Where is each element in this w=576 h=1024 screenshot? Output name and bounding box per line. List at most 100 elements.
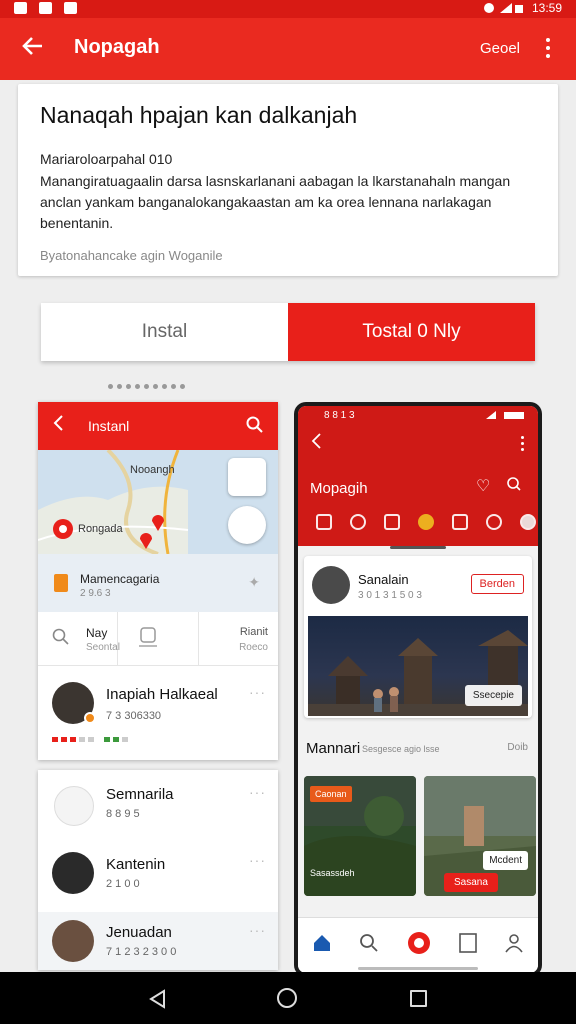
bottom-nav: [298, 917, 538, 973]
drag-handle[interactable]: [390, 546, 446, 549]
avatar: [312, 566, 350, 604]
profile-icon[interactable]: [504, 933, 524, 958]
more-horiz-icon[interactable]: ···: [249, 852, 266, 868]
map-pin-label: Rongada: [78, 523, 123, 535]
more-horiz-icon[interactable]: ···: [249, 684, 266, 700]
media-tile[interactable]: Mcdent Sasana: [424, 776, 536, 896]
heart-icon[interactable]: ♡: [476, 476, 490, 496]
person-meta: 7 3 306330: [106, 710, 162, 722]
category-icon[interactable]: [520, 514, 536, 530]
tile-caption: Sasassdeh: [310, 868, 355, 878]
map-thumbnail[interactable]: [228, 506, 266, 544]
info-title: Nanaqah hpajan kan dalkanjah: [40, 102, 358, 128]
place-subtitle: 2 9.6 3: [80, 588, 111, 599]
more-vert-icon[interactable]: [546, 38, 552, 62]
follow-button[interactable]: Berden: [470, 574, 524, 594]
list-item[interactable]: Semnarila 8 8 9 5 ···: [38, 770, 278, 838]
info-card: Nanaqah hpajan kan dalkanjah Mariaroloar…: [18, 84, 558, 276]
notification-icons: [14, 2, 77, 14]
clock: 13:59: [531, 1, 562, 15]
list-item[interactable]: Kantenin 2 1 0 0 ···: [38, 838, 278, 912]
toggle-option-total[interactable]: Tostal 0 Nly: [288, 303, 535, 361]
tile-tag: Caonan: [310, 786, 352, 802]
person-meta: 2 1 0 0: [106, 878, 140, 890]
list-item[interactable]: Jenuadan 7 1 2 3 2 3 0 0 ···: [38, 912, 278, 970]
segmented-toggle: Instal Tostal 0 Nly: [41, 303, 535, 361]
page-indicator: [108, 384, 185, 389]
quick-action-label: Nay: [86, 626, 108, 640]
search-icon[interactable]: [359, 933, 379, 958]
category-icon[interactable]: [486, 514, 502, 530]
map-pin-icon[interactable]: [150, 512, 166, 532]
home-icon[interactable]: [312, 933, 332, 958]
person-name: Inapiah Halkaeal: [106, 686, 218, 703]
chevron-left-icon[interactable]: [310, 432, 322, 455]
people-list: Semnarila 8 8 9 5 ··· Kantenin 2 1 0 0 ·…: [38, 770, 278, 970]
tile-cta-button[interactable]: Sasana: [444, 873, 498, 892]
quick-actions: Nay Seontal Rianit Roeco: [38, 612, 278, 666]
search-icon[interactable]: [246, 416, 264, 439]
info-footer: Byatonahancake agin Woganile: [40, 248, 223, 263]
more-horiz-icon[interactable]: ···: [249, 784, 266, 800]
signal-icon: [483, 3, 523, 13]
tile-button[interactable]: Mcdent: [483, 851, 528, 870]
toggle-option-instal[interactable]: Instal: [41, 303, 288, 361]
section-more-link[interactable]: Doib: [507, 742, 528, 753]
system-nav-bar: [0, 972, 576, 1024]
bookmark-icon[interactable]: [458, 933, 477, 958]
arrow-left-icon[interactable]: [22, 32, 44, 64]
map-pin-icon[interactable]: [52, 518, 74, 540]
list-item[interactable]: Inapiah Halkaeal 7 3 306330 ···: [38, 666, 278, 760]
scroll-indicator: [358, 967, 478, 970]
search-icon[interactable]: [506, 476, 522, 497]
system-icons: 13:59: [483, 1, 562, 15]
category-icon[interactable]: [350, 514, 366, 530]
quick-action-search[interactable]: Nay Seontal: [38, 612, 120, 665]
map-pin-icon[interactable]: [138, 530, 154, 550]
share-icon[interactable]: ✦: [248, 574, 260, 591]
category-icon[interactable]: [418, 514, 434, 530]
map-thumbnail[interactable]: [228, 458, 266, 496]
phone-title: Mopagih: [310, 480, 368, 497]
place-title: Mamencagaria: [80, 572, 160, 586]
person-name: Jenuadan: [106, 924, 172, 941]
post-card[interactable]: Sanalain 3 0 1 3 1 5 0 3 Berden Ssecepie: [304, 556, 532, 718]
person-meta: 8 8 9 5: [106, 808, 140, 820]
notification-icon: [14, 2, 27, 14]
nav-back-icon[interactable]: [148, 989, 168, 1014]
more-horiz-icon[interactable]: ···: [249, 922, 266, 938]
quick-action-camera[interactable]: [118, 612, 199, 665]
quick-action-more[interactable]: Rianit Roeco: [199, 612, 278, 665]
section-subtitle: Sesgesce agio lsse: [362, 744, 440, 754]
avatar: [52, 852, 94, 894]
map-view[interactable]: Nooangh Rongada: [38, 450, 278, 554]
person-name: Semnarila: [106, 786, 174, 803]
photo-action-button[interactable]: Ssecepie: [464, 685, 522, 706]
place-row[interactable]: Mamencagaria 2 9.6 3 ✦: [38, 554, 278, 612]
panel-header: Instanl: [38, 402, 278, 450]
person-name: Kantenin: [106, 856, 166, 873]
more-vert-icon[interactable]: [521, 436, 524, 451]
add-post-icon[interactable]: [407, 931, 431, 960]
post-photo[interactable]: Ssecepie: [308, 616, 528, 716]
avatar: [52, 920, 94, 962]
place-icon: [54, 574, 68, 592]
nav-recents-icon[interactable]: [410, 990, 427, 1007]
badge-icon: [84, 712, 96, 724]
category-icon[interactable]: [316, 514, 332, 530]
nav-home-icon[interactable]: [277, 988, 297, 1008]
media-tile[interactable]: Caonan Sasassdeh: [304, 776, 416, 896]
toolbar-action-button[interactable]: Geoel: [480, 40, 520, 57]
camera-icon: [139, 627, 158, 647]
quick-action-label: Rianit: [239, 626, 268, 638]
category-icon[interactable]: [384, 514, 400, 530]
notification-icon: [39, 2, 52, 14]
left-preview-panel: Instanl Nooangh Rongada Mamencagaria 2 9…: [38, 402, 278, 760]
phone-screen: 8 8 1 3 Mopagih ♡ Sanalain 3 0 1 3 1 5 0…: [298, 406, 538, 973]
chevron-left-icon[interactable]: [52, 414, 64, 438]
info-body: Manangiratuagaalin darsa lasnskarlanani …: [40, 173, 511, 231]
quick-action-sub: Seontal: [86, 642, 120, 653]
phone-mockup: 8 8 1 3 Mopagih ♡ Sanalain 3 0 1 3 1 5 0…: [294, 402, 542, 977]
section-title: Mannari: [306, 740, 361, 757]
category-icon[interactable]: [452, 514, 468, 530]
